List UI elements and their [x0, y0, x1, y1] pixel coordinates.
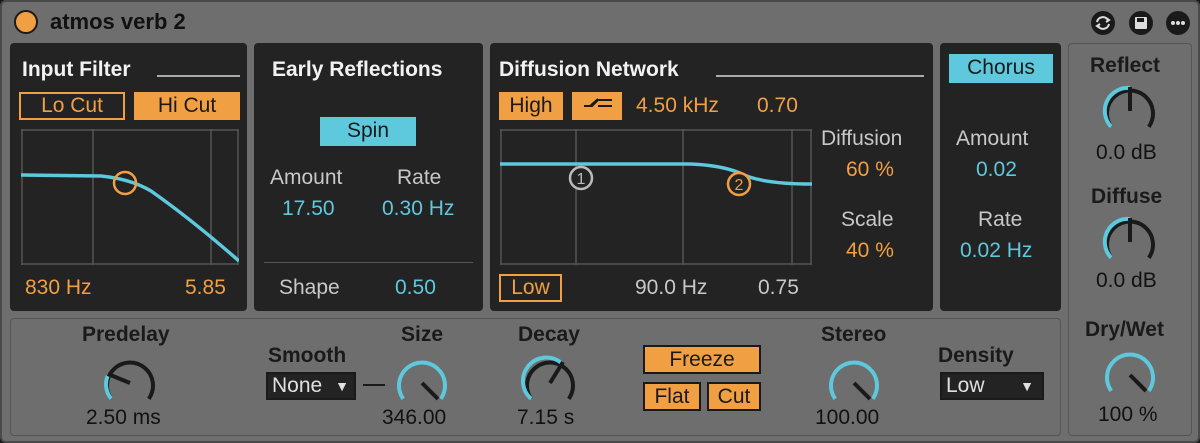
chorus-amount-value[interactable]: 0.02: [976, 158, 1017, 182]
er-amount-label: Amount: [270, 166, 343, 189]
dry-wet-value[interactable]: 100 %: [1098, 403, 1158, 427]
scale-label: Scale: [841, 208, 894, 231]
input-filter-panel: Input Filter Lo Cut Hi Cut 830 Hz 5.85: [10, 43, 247, 311]
chorus-panel: Chorus Amount 0.02 Rate 0.02 Hz: [940, 43, 1061, 311]
title-rule: [157, 75, 240, 77]
cut-button[interactable]: Cut: [707, 382, 761, 411]
hi-cut-button[interactable]: Hi Cut: [134, 92, 240, 120]
diffusion-eq-display[interactable]: 1 2: [500, 129, 812, 265]
spin-button[interactable]: Spin: [320, 117, 416, 146]
er-shape-value[interactable]: 0.50: [395, 276, 436, 300]
dry-wet-knob[interactable]: [1098, 344, 1162, 400]
title-rule: [716, 75, 924, 77]
high-freq-value[interactable]: 4.50 kHz: [636, 94, 719, 118]
er-shape-label: Shape: [279, 276, 340, 299]
chorus-rate-value[interactable]: 0.02 Hz: [960, 239, 1032, 263]
dropdown-arrow-icon: ▼: [335, 378, 349, 394]
hot-swap-icon[interactable]: [1089, 9, 1117, 37]
er-rate-value[interactable]: 0.30 Hz: [382, 197, 454, 221]
density-dropdown[interactable]: Low ▼: [940, 372, 1044, 400]
filter-frequency-value[interactable]: 830 Hz: [25, 276, 92, 300]
predelay-knob[interactable]: [98, 352, 162, 408]
reflect-label: Reflect: [1090, 54, 1161, 77]
decay-knob[interactable]: [518, 352, 582, 408]
low-q-value[interactable]: 0.75: [758, 276, 799, 300]
eq-point-1: 1: [568, 165, 594, 191]
more-options-icon[interactable]: [1164, 9, 1192, 37]
size-label: Size: [401, 323, 444, 346]
early-reflections-panel: Early Reflections Spin Amount 17.50 Rate…: [254, 43, 483, 311]
stereo-value[interactable]: 100.00: [815, 406, 879, 430]
high-shelf-icon[interactable]: [572, 92, 622, 120]
reflect-knob[interactable]: [1098, 80, 1162, 136]
smooth-dropdown-value: None: [272, 374, 323, 397]
diffusion-label: Diffusion: [821, 127, 903, 150]
reflect-value[interactable]: 0.0 dB: [1096, 141, 1157, 165]
decay-label: Decay: [518, 323, 580, 346]
device-activator-button[interactable]: [14, 10, 38, 34]
filter-resonance-value[interactable]: 5.85: [185, 276, 226, 300]
input-filter-curve-display[interactable]: [21, 129, 239, 265]
chorus-amount-label: Amount: [956, 127, 1029, 150]
diffuse-value[interactable]: 0.0 dB: [1096, 269, 1157, 293]
diffusion-value[interactable]: 60 %: [846, 158, 894, 182]
scale-value[interactable]: 40 %: [846, 239, 894, 263]
diffuse-label: Diffuse: [1091, 185, 1163, 208]
early-reflections-title: Early Reflections: [272, 58, 443, 81]
device-rack: atmos verb 2 Input Filter Lo Cut Hi Cut: [0, 0, 1200, 443]
flat-button[interactable]: Flat: [643, 382, 701, 411]
svg-text:2: 2: [735, 177, 744, 194]
dry-wet-label: Dry/Wet: [1085, 318, 1164, 341]
diffusion-network-title: Diffusion Network: [499, 58, 679, 81]
high-q-value[interactable]: 0.70: [757, 94, 798, 118]
er-divider: [264, 262, 473, 263]
smooth-size-link: [363, 384, 385, 386]
predelay-label: Predelay: [82, 323, 170, 346]
smooth-label: Smooth: [268, 344, 347, 367]
size-knob[interactable]: [390, 352, 454, 408]
dropdown-arrow-icon: ▼: [1020, 378, 1034, 394]
stereo-knob[interactable]: [822, 352, 886, 408]
er-amount-value[interactable]: 17.50: [282, 197, 335, 221]
diffuse-knob[interactable]: [1098, 211, 1162, 267]
smooth-dropdown[interactable]: None ▼: [266, 372, 356, 400]
device-title: atmos verb 2: [50, 9, 186, 34]
freeze-button[interactable]: Freeze: [643, 345, 761, 374]
diffusion-network-panel: Diffusion Network High 4.50 kHz 0.70 1 2…: [490, 43, 933, 311]
predelay-value[interactable]: 2.50 ms: [86, 406, 161, 430]
decay-value[interactable]: 7.15 s: [517, 406, 574, 430]
size-value[interactable]: 346.00: [382, 406, 446, 430]
input-filter-title: Input Filter: [22, 58, 131, 81]
chorus-button[interactable]: Chorus: [949, 54, 1053, 83]
high-shelf-button[interactable]: High: [499, 92, 563, 120]
chorus-rate-label: Rate: [978, 208, 1023, 231]
eq-point-2: 2: [726, 171, 752, 197]
er-rate-label: Rate: [397, 166, 442, 189]
svg-text:1: 1: [577, 171, 586, 188]
density-label: Density: [938, 344, 1014, 367]
low-freq-value[interactable]: 90.0 Hz: [635, 276, 707, 300]
stereo-label: Stereo: [821, 323, 887, 346]
low-shelf-button[interactable]: Low: [499, 274, 562, 302]
lo-cut-button[interactable]: Lo Cut: [19, 92, 125, 120]
save-preset-icon[interactable]: [1127, 9, 1155, 37]
density-dropdown-value: Low: [946, 374, 985, 397]
